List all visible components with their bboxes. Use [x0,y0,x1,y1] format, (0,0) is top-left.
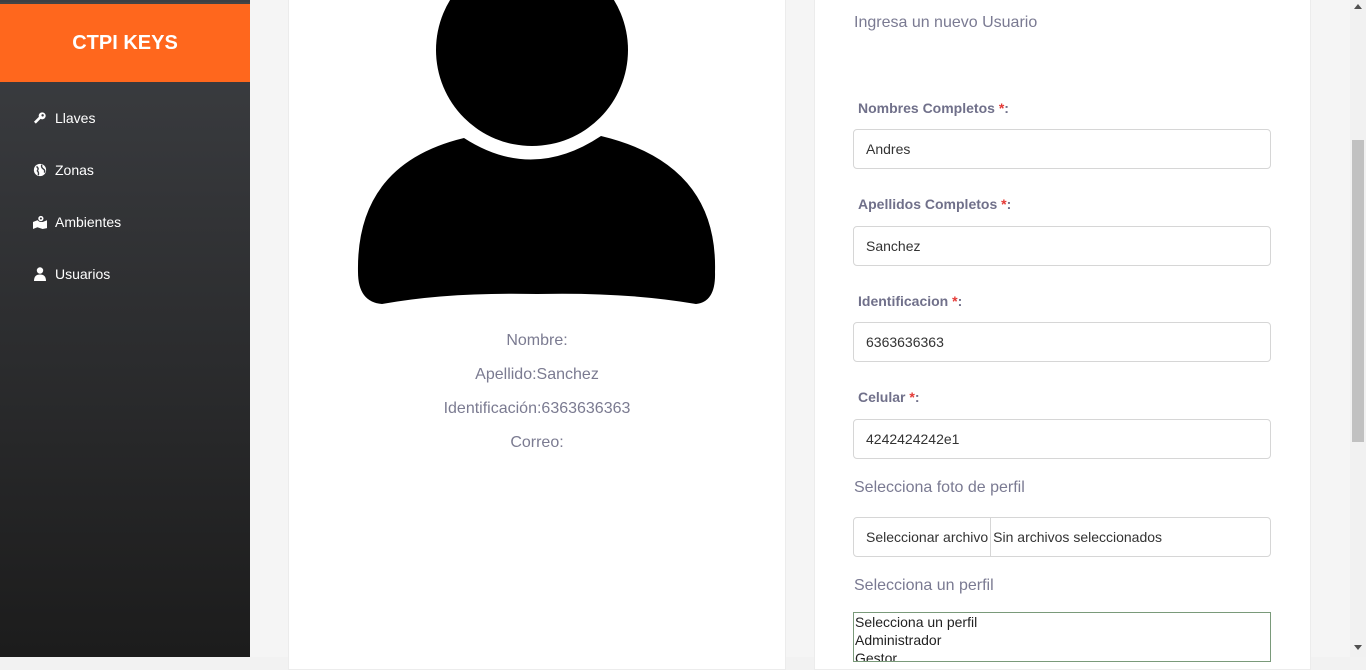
user-icon [32,266,48,282]
nombres-input[interactable] [853,129,1271,169]
sidebar: CTPI KEYS Llaves Zonas Ambientes Usuario… [0,0,250,657]
scroll-up-icon[interactable] [1354,4,1362,9]
profile-apellido: Apellido:Sanchez [475,366,599,383]
form-title: Ingresa un nuevo Usuario [854,14,1038,31]
globe-icon [32,162,48,178]
identificacion-input[interactable] [853,322,1271,362]
sidebar-item-usuarios[interactable]: Usuarios [32,262,110,286]
key-icon [32,110,48,126]
page-scrollbar[interactable] [1350,0,1366,657]
profile-option[interactable]: Administrador [854,631,1270,649]
profile-nombre: Nombre: [506,332,568,349]
sidebar-item-label: Llaves [55,110,96,126]
profile-correo: Correo: [510,434,564,451]
celular-label: Celular *: [858,389,920,405]
sidebar-item-label: Zonas [55,162,94,178]
nombres-label: Nombres Completos *: [858,100,1009,116]
sidebar-item-ambientes[interactable]: Ambientes [32,210,121,234]
profile-option[interactable]: Selecciona un perfil [854,613,1270,631]
map-marker-icon [32,214,48,230]
celular-input[interactable] [853,419,1271,459]
sidebar-item-label: Ambientes [55,214,122,230]
apellidos-input[interactable] [853,226,1271,266]
scrollbar-thumb[interactable] [1352,140,1364,442]
photo-label: Selecciona foto de perfil [854,479,1025,496]
identificacion-label: Identificacion *: [858,293,963,309]
scroll-down-icon[interactable] [1354,645,1362,650]
sidebar-item-zonas[interactable]: Zonas [32,158,94,182]
brand-logo: CTPI KEYS [0,2,250,82]
photo-file-input[interactable]: Seleccionar archivo Sin archivos selecci… [853,517,1271,557]
profile-option[interactable]: Gestor [854,649,1270,661]
file-status: Sin archivos seleccionados [993,529,1163,545]
profile-select-label: Selecciona un perfil [854,577,994,594]
profile-select[interactable]: Selecciona un perfil Administrador Gesto… [853,612,1271,662]
sidebar-item-label: Usuarios [55,266,111,282]
user-silhouette-icon [357,0,716,304]
choose-file-button[interactable]: Seleccionar archivo [854,518,992,556]
sidebar-item-llaves[interactable]: Llaves [32,106,95,130]
apellidos-label: Apellidos Completos *: [858,196,1012,212]
profile-identificacion: Identificación:6363636363 [443,400,631,417]
